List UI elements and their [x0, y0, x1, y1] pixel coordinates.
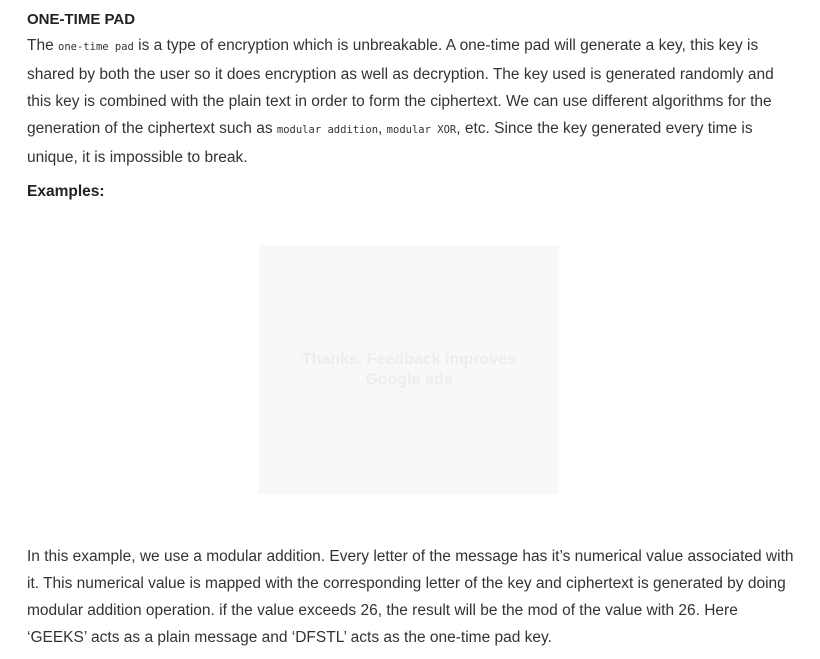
examples-label: Examples: — [27, 183, 105, 200]
inline-code-modular-xor: modular XOR — [386, 124, 457, 136]
article: ONE-TIME PAD The one-time pad is a type … — [27, 9, 794, 646]
ad-line-1: Thanks. Feedback improves — [301, 350, 517, 368]
explanation-paragraph: In this example, we use a modular additi… — [27, 548, 794, 646]
ad-line-2: Google ads — [365, 370, 453, 388]
ad-feedback-text: Thanks. Feedback improves Google ads — [289, 350, 529, 390]
section-heading: ONE-TIME PAD — [27, 11, 136, 28]
intro-paragraph: The one-time pad is a type of encryption… — [27, 32, 792, 171]
intro-text-3: , — [378, 120, 387, 137]
inline-code-modular-addition: modular addition — [276, 124, 379, 136]
intro-text-1: The — [27, 37, 59, 54]
ad-placeholder[interactable]: Thanks. Feedback improves Google ads — [259, 245, 559, 494]
inline-code-one-time-pad: one-time pad — [58, 41, 134, 53]
